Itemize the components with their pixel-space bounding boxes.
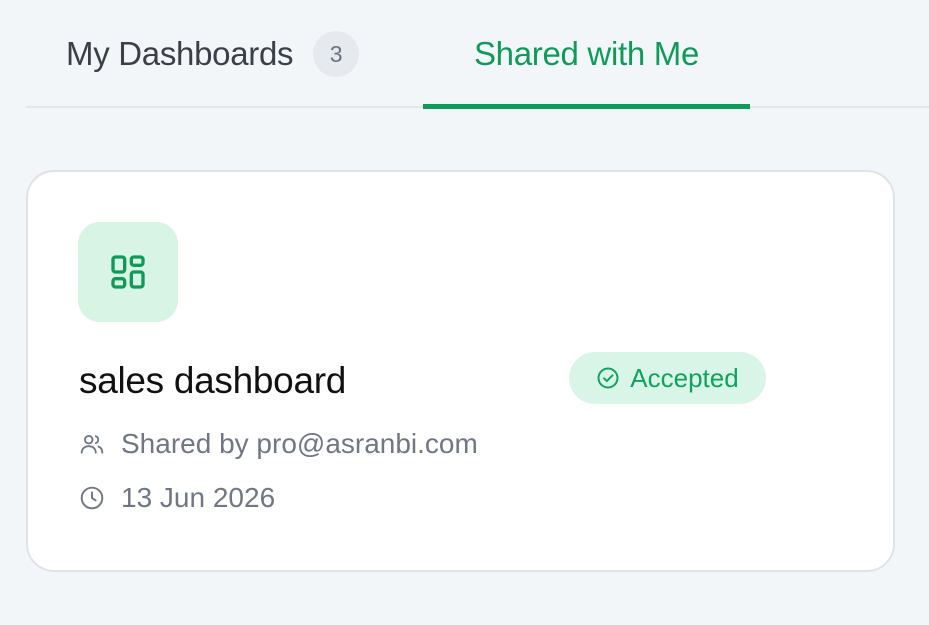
shared-by-text: Shared by pro@asranbi.com <box>121 428 478 459</box>
tab-my-dashboards-label: My Dashboards <box>66 35 294 72</box>
active-tab-indicator <box>423 104 750 109</box>
date-row: 13 Jun 2026 <box>79 482 275 514</box>
status-badge-label: Accepted <box>630 362 739 393</box>
users-icon <box>79 431 105 457</box>
clock-icon <box>79 485 105 511</box>
tab-shared-with-me[interactable]: Shared with Me <box>423 0 750 108</box>
tab-my-dashboards[interactable]: My Dashboards 3 <box>66 0 360 108</box>
dashboard-icon <box>78 222 178 322</box>
date-text: 13 Jun 2026 <box>121 482 276 513</box>
dashboard-card[interactable]: sales dashboard Accepted Shared by pro@a… <box>26 170 895 572</box>
tab-bar: My Dashboards 3 Shared with Me <box>26 0 929 109</box>
dashboard-title[interactable]: sales dashboard <box>79 360 346 402</box>
check-circle-icon <box>596 366 620 390</box>
shared-by-row: Shared by pro@asranbi.com <box>79 428 478 460</box>
tab-count-badge: 3 <box>313 31 360 77</box>
tab-shared-with-me-label: Shared with Me <box>473 35 700 72</box>
status-badge: Accepted <box>569 352 766 404</box>
